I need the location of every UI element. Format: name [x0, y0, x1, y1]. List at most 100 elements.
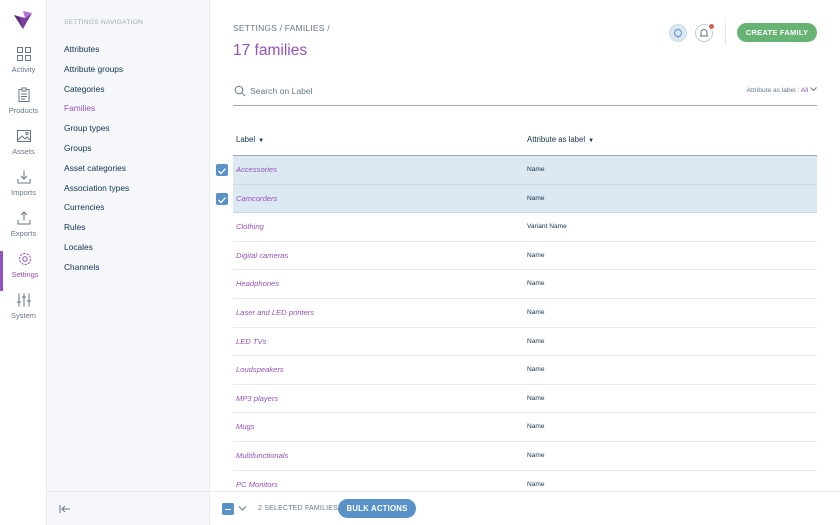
- settings-navigation: SETTINGS NAVIGATION Attributes Attribute…: [47, 0, 210, 525]
- family-label[interactable]: Headphones: [236, 279, 279, 288]
- filter-label: Attribute as label :: [746, 87, 800, 94]
- column-header-text: Label: [236, 135, 256, 144]
- rail-item-assets[interactable]: Assets: [0, 128, 47, 168]
- nav-item-families[interactable]: Families: [64, 103, 129, 123]
- nav-item-asset-categories[interactable]: Asset categories: [64, 163, 129, 183]
- rail-label: Products: [8, 106, 39, 115]
- main-menu-rail: Activity Products Assets Imports Exports…: [0, 0, 47, 525]
- rail-item-activity[interactable]: Activity: [0, 46, 47, 86]
- rail-label: Assets: [12, 147, 35, 156]
- attribute-as-label-value: Variant Name: [527, 223, 567, 231]
- exports-icon: [17, 211, 30, 225]
- family-label[interactable]: Laser and LED printers: [236, 308, 314, 317]
- attribute-as-label-value: Name: [527, 308, 545, 316]
- column-header-attribute-as-label[interactable]: Attribute as label ▼: [527, 135, 594, 144]
- nav-item-categories[interactable]: Categories: [64, 84, 129, 104]
- family-label[interactable]: Clothing: [236, 222, 264, 231]
- search-input[interactable]: [250, 83, 630, 99]
- nav-item-attribute-groups[interactable]: Attribute groups: [64, 64, 129, 84]
- main-content: SETTINGS / FAMILIES / 17 families CREATE…: [210, 0, 840, 525]
- table-row[interactable]: MP3 players Name: [233, 385, 817, 414]
- help-button[interactable]: [669, 24, 687, 42]
- column-header-label[interactable]: Label ▼: [236, 135, 264, 144]
- rail-item-products[interactable]: Products: [0, 87, 47, 127]
- nav-item-currencies[interactable]: Currencies: [64, 202, 129, 222]
- attribute-as-label-filter[interactable]: Attribute as label : All: [747, 87, 817, 94]
- rail-item-system[interactable]: System: [0, 292, 47, 332]
- table-row[interactable]: Accessories Name: [216, 156, 817, 185]
- page-title: 17 families: [233, 42, 308, 59]
- attribute-as-label-value: Name: [527, 166, 545, 173]
- family-label[interactable]: Mugs: [236, 422, 255, 431]
- filter-value: All: [800, 87, 809, 94]
- table-row[interactable]: Digital cameras Name: [233, 242, 817, 271]
- family-label[interactable]: Loudspeakers: [236, 365, 284, 374]
- table-row[interactable]: Laser and LED printers Name: [233, 299, 817, 328]
- rail-label: Settings: [11, 270, 39, 279]
- app-window: Activity Products Assets Imports Exports…: [0, 0, 840, 525]
- family-label[interactable]: Digital cameras: [236, 251, 288, 260]
- families-table: Label ▼ Attribute as label ▼ Accessories Na…: [216, 127, 817, 500]
- table-row[interactable]: Clothing Variant Name: [233, 213, 817, 242]
- bulk-actions-bar: 2 SELECTED FAMILIES BULK ACTIONS: [210, 491, 840, 525]
- family-label[interactable]: MP3 players: [236, 394, 278, 403]
- attribute-as-label-value: Name: [527, 480, 545, 488]
- family-label[interactable]: LED TVs: [236, 337, 266, 346]
- row-checkbox[interactable]: [216, 192, 228, 205]
- select-all-checkbox[interactable]: [222, 503, 234, 515]
- bulk-actions-button[interactable]: BULK ACTIONS: [338, 499, 416, 518]
- activity-icon: [16, 47, 31, 61]
- nav-item-groups[interactable]: Groups: [64, 143, 129, 163]
- table-header: Label ▼ Attribute as label ▼: [233, 127, 817, 156]
- products-icon: [18, 87, 29, 102]
- nav-item-association-types[interactable]: Association types: [64, 183, 129, 203]
- column-header-text: Attribute as label: [527, 135, 586, 144]
- attribute-as-label-value: Name: [527, 251, 545, 259]
- chevron-down-icon: [810, 87, 817, 92]
- attribute-as-label-value: Name: [527, 451, 545, 459]
- search-bar: Attribute as label : All: [233, 80, 817, 106]
- notification-badge: [708, 23, 715, 30]
- family-label[interactable]: Multifunctionals: [236, 451, 288, 460]
- chevron-down-icon[interactable]: [238, 504, 247, 512]
- table-row[interactable]: Multifunctionals Name: [233, 442, 817, 471]
- row-checkbox[interactable]: [216, 164, 228, 176]
- create-family-button[interactable]: CREATE FAMILY: [737, 23, 817, 42]
- notifications-button[interactable]: [695, 23, 715, 42]
- help-icon: [674, 29, 682, 38]
- family-label[interactable]: Camcorders: [236, 194, 277, 203]
- nav-list: Attributes Attribute groups Categories F…: [64, 44, 129, 282]
- rail-item-exports[interactable]: Exports: [0, 210, 47, 250]
- nav-title: SETTINGS NAVIGATION: [64, 19, 144, 26]
- attribute-as-label-value: Name: [527, 423, 545, 431]
- attribute-as-label-value: Name: [527, 366, 545, 374]
- breadcrumb[interactable]: SETTINGS / FAMILIES /: [233, 23, 330, 33]
- rail-item-settings[interactable]: Settings: [0, 251, 47, 291]
- attribute-as-label-value: Name: [527, 394, 545, 402]
- family-label[interactable]: Accessories: [236, 165, 277, 174]
- rail-label: Exports: [10, 229, 37, 238]
- attribute-as-label-value: Name: [527, 280, 545, 288]
- sort-caret-icon: ▼: [258, 138, 265, 144]
- collapse-panel-icon[interactable]: [59, 504, 71, 514]
- nav-item-channels[interactable]: Channels: [64, 262, 129, 282]
- table-row[interactable]: LED TVs Name: [233, 328, 817, 357]
- nav-item-group-types[interactable]: Group types: [64, 123, 129, 143]
- nav-item-attributes[interactable]: Attributes: [64, 44, 129, 64]
- attribute-as-label-value: Name: [527, 337, 545, 345]
- rail-item-imports[interactable]: Imports: [0, 169, 47, 209]
- sort-caret-icon: ▼: [588, 138, 595, 144]
- assets-icon: [16, 130, 31, 142]
- nav-item-locales[interactable]: Locales: [64, 242, 129, 262]
- table-row[interactable]: Headphones Name: [233, 270, 817, 299]
- nav-item-rules[interactable]: Rules: [64, 222, 129, 242]
- imports-icon: [17, 170, 30, 184]
- rail-label: System: [10, 311, 36, 320]
- akeneo-logo[interactable]: [11, 9, 35, 31]
- selected-count: 2 SELECTED FAMILIES: [258, 505, 339, 512]
- table-row[interactable]: Camcorders Name: [216, 184, 817, 214]
- table-row[interactable]: Mugs Name: [233, 413, 817, 442]
- table-row[interactable]: Loudspeakers Name: [233, 356, 817, 385]
- rail-label: Imports: [10, 188, 36, 197]
- family-label[interactable]: PC Monitors: [236, 480, 278, 489]
